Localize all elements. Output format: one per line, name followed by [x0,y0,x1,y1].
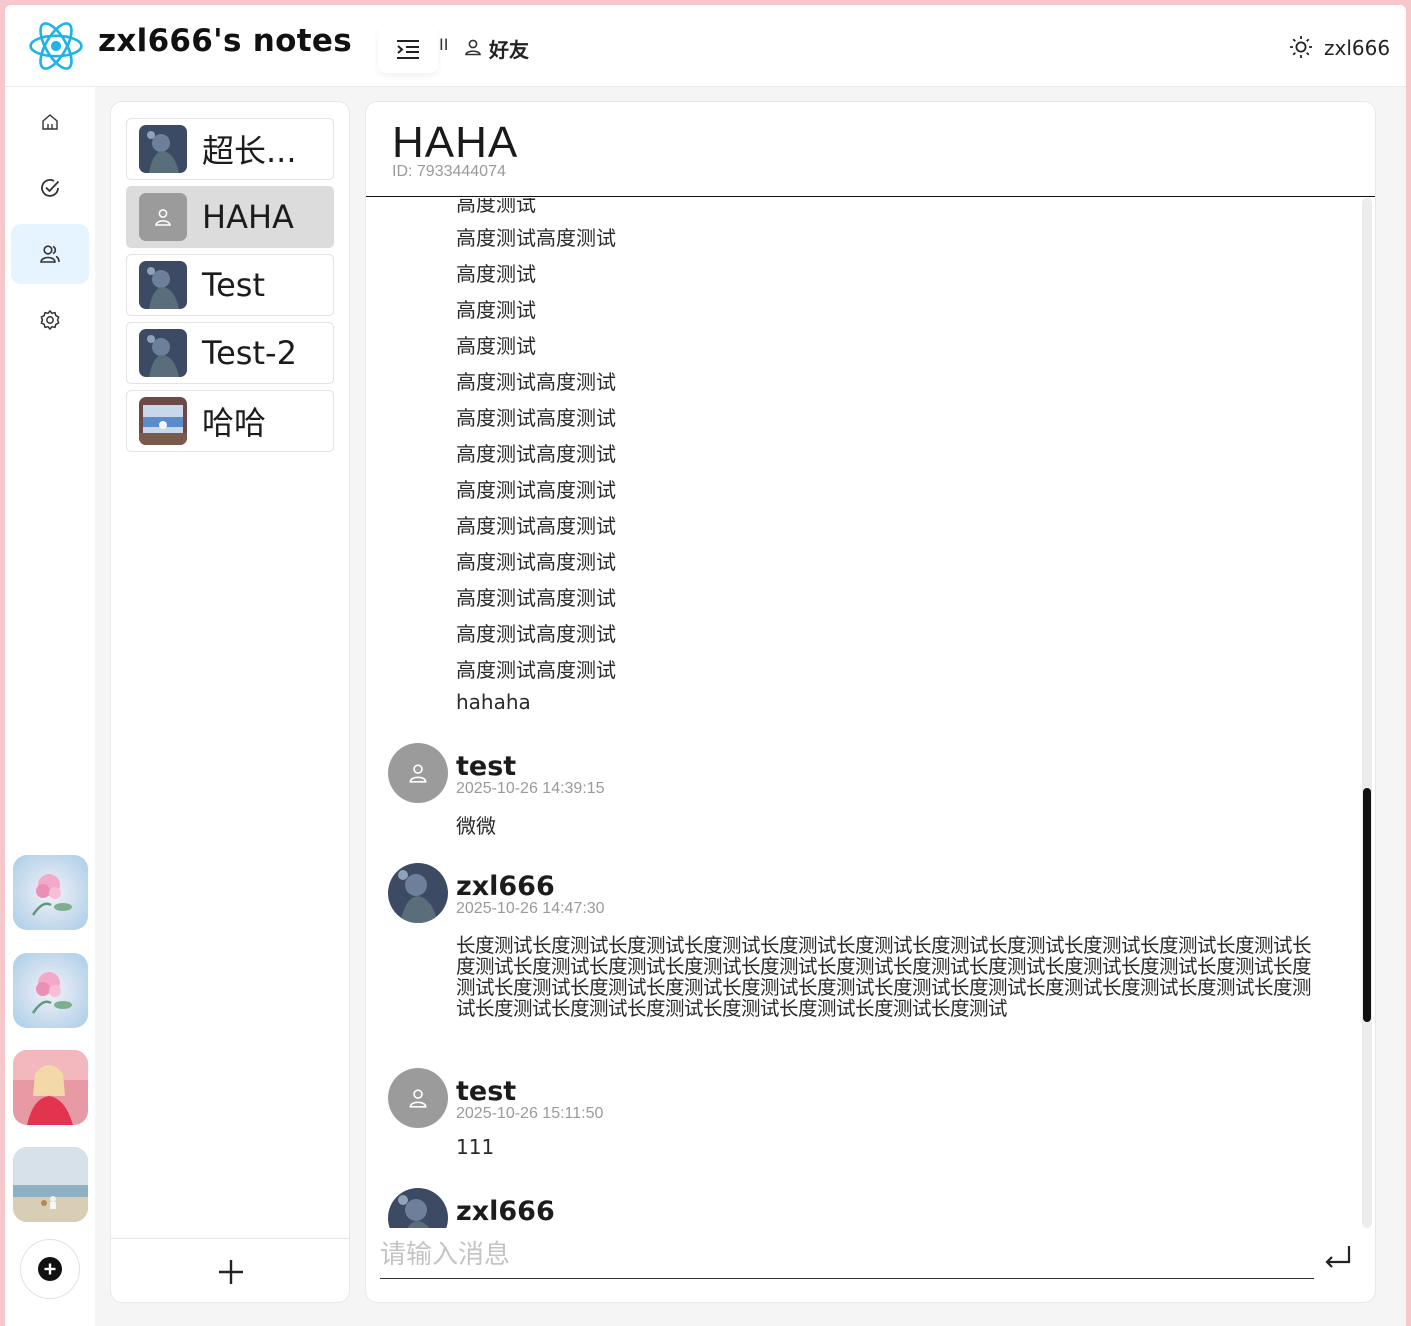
message-author: zxl666 [456,871,555,902]
react-logo-icon [29,22,83,70]
add-shortcut-button[interactable] [20,1239,80,1299]
friend-avatar [139,329,187,377]
user-icon [155,209,171,226]
check-circle-icon [41,179,60,197]
breadcrumb-separator: II [439,35,449,54]
message-author: test [456,1076,517,1107]
flower-thumbnail[interactable] [13,855,88,930]
app-window: zxl666's notes II 好友 zxl666 超长... HAHA T… [5,5,1406,1326]
message-line: 高度测试 [456,262,536,286]
plus-circle-icon [38,1257,62,1281]
beach-thumbnail[interactable] [13,1147,88,1222]
chat-title: HAHA [392,118,519,167]
friend-name: Test [202,266,266,304]
gear-icon [40,309,60,331]
message-time: 2025-10-26 14:47:30 [456,900,605,917]
home-icon [42,114,58,130]
friend-name: 超长... [202,132,297,170]
message-line: 高度测试 [456,334,536,358]
users-icon [40,245,60,263]
breadcrumb[interactable]: 好友 [489,34,529,63]
friend-item[interactable]: HAHA [126,186,334,248]
default-avatar [388,1068,448,1128]
user-icon [409,764,427,783]
portrait-image [13,1050,88,1125]
sidebar-toggle-button[interactable] [378,25,438,73]
friend-name: 哈哈 [202,404,267,442]
message-list: 高度测试 高度测试高度测试 高度测试 高度测试 高度测试 高度测试高度测试 高度… [366,198,1366,1228]
default-avatar [139,193,187,241]
message-line: 高度测试高度测试 [456,478,616,502]
plus-icon[interactable] [216,1257,246,1287]
input-underline [380,1278,1314,1279]
message-author: test [456,751,517,782]
message-text: 111 [456,1135,495,1159]
friend-item[interactable]: Test-2 [126,322,334,384]
beach-image [13,1147,88,1222]
friend-list-panel: 超长... HAHA Test Test-2 哈哈 [110,101,350,1303]
message-time: 2025-10-26 15:11:50 [456,1105,604,1122]
user-icon [465,39,481,56]
message-line: 高度测试高度测试 [456,514,616,538]
user-icon [409,1089,427,1108]
message-line: 高度测试高度测试 [456,586,616,610]
friend-name: Test-2 [202,334,297,372]
portrait-thumbnail[interactable] [13,1050,88,1125]
nav-home[interactable] [11,92,89,152]
flower-image [13,953,88,1028]
flower-thumbnail[interactable] [13,953,88,1028]
indent-icon [397,40,419,59]
message-text: 微微 [456,814,496,838]
friend-name: HAHA [202,198,294,236]
left-sidebar [5,87,95,1326]
message-line: 高度测试高度测试 [456,622,616,646]
message-line: 高度测试 [456,198,536,216]
nav-friends[interactable] [11,224,89,284]
message-line: 高度测试高度测试 [456,550,616,574]
message-input[interactable] [380,1233,1314,1277]
nav-todo[interactable] [11,158,89,218]
nav-settings[interactable] [11,290,89,350]
message-time: 2025-10-26 14:39:15 [456,780,605,797]
friend-avatar [139,125,187,173]
sun-icon[interactable] [1289,35,1313,59]
chat-id: ID: 7933444074 [392,163,506,180]
current-user-name[interactable]: zxl666 [1324,36,1390,60]
message-line: hahaha [456,690,531,714]
enter-icon[interactable] [1322,1240,1354,1272]
message-line: 高度测试 [456,298,536,322]
friend-item[interactable]: Test [126,254,334,316]
chat-panel: HAHA ID: 7933444074 高度测试 高度测试高度测试 高度测试 高… [365,101,1376,1303]
message-line: 高度测试高度测试 [456,658,616,682]
message-line: 高度测试高度测试 [456,442,616,466]
user-avatar [388,1188,448,1228]
message-line: 高度测试高度测试 [456,406,616,430]
scrollbar-thumb[interactable] [1363,788,1371,1022]
message-text: 长度测试长度测试长度测试长度测试长度测试长度测试长度测试长度测试长度测试长度测试… [456,934,1312,1020]
friend-avatar [139,397,187,445]
message-scrollbar[interactable] [1362,198,1372,1228]
user-avatar [388,863,448,923]
chat-header: HAHA ID: 7933444074 [366,102,1375,197]
friend-item[interactable]: 超长... [126,118,334,180]
default-avatar [388,743,448,803]
message-line: 高度测试高度测试 [456,370,616,394]
message-line: 高度测试高度测试 [456,226,616,250]
flower-image [13,855,88,930]
friend-list-divider [111,1238,349,1239]
friend-item[interactable]: 哈哈 [126,390,334,452]
app-title: zxl666's notes [98,23,352,59]
message-author: zxl666 [456,1196,555,1227]
top-header: zxl666's notes II 好友 zxl666 [5,5,1406,87]
friend-avatar [139,261,187,309]
